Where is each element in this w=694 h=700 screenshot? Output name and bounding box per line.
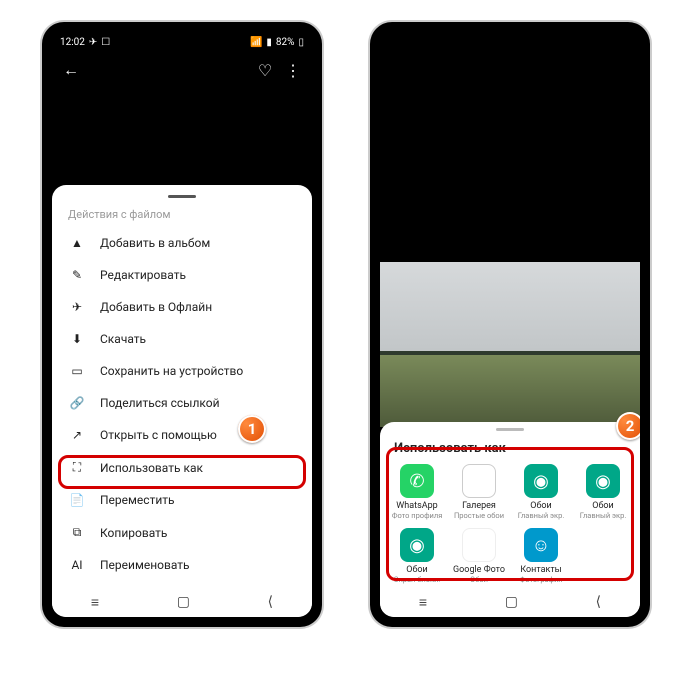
- download-icon: ⬇: [68, 332, 86, 346]
- menu-item-open-with[interactable]: ↗ Открыть с помощью: [52, 419, 312, 451]
- marker-1: 1: [238, 415, 266, 443]
- recent-apps-button[interactable]: ≡: [419, 594, 427, 611]
- open-with-icon: ↗: [68, 428, 86, 442]
- app-label: Google Фото: [453, 565, 505, 575]
- menu-item-label: Сохранить на устройство: [100, 364, 243, 378]
- whatsapp-icon: ✆: [400, 464, 434, 498]
- back-button[interactable]: ⟨: [596, 594, 601, 610]
- back-icon[interactable]: ←: [62, 61, 80, 79]
- pencil-icon: ✎: [68, 268, 86, 282]
- google-photos-icon: ✦: [462, 528, 496, 562]
- app-contacts[interactable]: ☺ КонтактыФотография: [510, 526, 572, 586]
- device-icon: ▭: [68, 364, 86, 378]
- app-google-photos[interactable]: ✦ Google ФотоОбои: [448, 526, 510, 586]
- drag-handle-icon[interactable]: [168, 195, 196, 198]
- drag-handle-icon[interactable]: [496, 428, 524, 431]
- telegram-icon: ✈: [89, 37, 97, 48]
- app-sublabel: Обои: [470, 575, 488, 584]
- photo-preview: [380, 262, 640, 427]
- screen-right: Использовать как ✆ WhatsAppФото профиля 🖼 Г…: [380, 32, 640, 617]
- app-whatsapp[interactable]: ✆ WhatsAppФото профиля: [386, 462, 448, 522]
- image-plus-icon: ▲: [68, 236, 86, 250]
- app-label: Контакты: [520, 565, 561, 575]
- app-sublabel: Фото профиля: [392, 511, 443, 520]
- menu-item-label: Скачать: [100, 332, 146, 346]
- menu-item-label: Использовать как: [100, 461, 203, 475]
- wallpaper-lock-icon: ◉: [400, 528, 434, 562]
- app-sublabel: Экран блоки.: [394, 575, 441, 584]
- contacts-icon: ☺: [524, 528, 558, 562]
- gallery-icon: 🖼: [462, 464, 496, 498]
- menu-item-label: Добавить в Офлайн: [100, 300, 212, 314]
- use-as-sheet: Использовать как ✆ WhatsAppФото профиля 🖼 Г…: [380, 422, 640, 617]
- menu-item-label: Переместить: [100, 493, 175, 507]
- wifi-icon: 📶: [250, 37, 262, 48]
- battery-text: 82%: [276, 37, 295, 48]
- use-as-title: Использовать как: [380, 437, 640, 462]
- app-wallpaper-1[interactable]: ◉ ОбоиГлавный экр.: [510, 462, 572, 522]
- menu-item-label: Редактировать: [100, 268, 186, 282]
- menu-item-label: Добавить в альбом: [100, 236, 210, 250]
- menu-item-device[interactable]: ▭ Сохранить на устройство: [52, 355, 312, 387]
- menu-item-link[interactable]: 🔗 Поделиться ссылкой: [52, 387, 312, 419]
- app-wallpaper-2[interactable]: ◉ ОбоиГлавный экр.: [572, 462, 634, 522]
- menu-item-move[interactable]: 📄 Переместить: [52, 484, 312, 516]
- link-icon: 🔗: [68, 396, 86, 410]
- back-button[interactable]: ⟨: [268, 594, 273, 610]
- menu-item-rename[interactable]: AI Переименовать: [52, 549, 312, 581]
- marker-2: 2: [616, 412, 640, 440]
- file-actions-sheet: Действия с файлом ▲ Добавить в альбом ✎ Ред…: [52, 185, 312, 617]
- use-as-icon: ⛶: [68, 460, 86, 475]
- move-icon: 📄: [68, 493, 86, 507]
- home-button[interactable]: ▢: [177, 594, 190, 610]
- battery-icon: ▯: [298, 37, 304, 48]
- android-navbar: ≡ ▢ ⟨: [380, 587, 640, 617]
- recent-apps-button[interactable]: ≡: [91, 594, 99, 611]
- menu-item-label: Переименовать: [100, 558, 190, 572]
- menu-item-pencil[interactable]: ✎ Редактировать: [52, 259, 312, 291]
- menu-item-label: Поделиться ссылкой: [100, 396, 220, 410]
- signal-icon: ▮: [266, 37, 272, 48]
- status-time: 12:02: [60, 37, 85, 48]
- favorite-icon[interactable]: ♡: [256, 61, 274, 79]
- app-sublabel: Главный экр.: [518, 511, 565, 520]
- app-gallery[interactable]: 🖼 ГалереяПростые обои: [448, 462, 510, 522]
- menu-item-use-as[interactable]: ⛶ Использовать как: [52, 451, 312, 484]
- app-label: WhatsApp: [396, 501, 437, 511]
- menu-item-label: Копировать: [100, 526, 167, 540]
- sheet-title: Действия с файлом: [52, 204, 312, 227]
- status-bar: 12:02 ✈ ☐ 📶 ▮ 82% ▯: [52, 32, 312, 52]
- menu-item-label: Открыть с помощью: [100, 428, 217, 442]
- more-icon[interactable]: ⋮: [284, 61, 302, 79]
- app-sublabel: Простые обои: [454, 511, 504, 520]
- app-label: Обои: [530, 501, 552, 511]
- rename-icon: AI: [68, 558, 86, 572]
- screen-left: 12:02 ✈ ☐ 📶 ▮ 82% ▯ ← ♡ ⋮ Действия с фай…: [52, 32, 312, 617]
- wallpaper-2-icon: ◉: [586, 464, 620, 498]
- app-label: Обои: [592, 501, 614, 511]
- menu-item-airplane[interactable]: ✈ Добавить в Офлайн: [52, 291, 312, 323]
- wallpaper-1-icon: ◉: [524, 464, 558, 498]
- app-sublabel: Фотография: [519, 575, 562, 584]
- android-navbar: ≡ ▢ ⟨: [52, 587, 312, 617]
- copy-icon: ⧉: [68, 525, 86, 540]
- phone-left: 12:02 ✈ ☐ 📶 ▮ 82% ▯ ← ♡ ⋮ Действия с фай…: [42, 22, 322, 627]
- menu-item-download[interactable]: ⬇ Скачать: [52, 323, 312, 355]
- topbar: ← ♡ ⋮: [52, 52, 312, 88]
- app-sublabel: Главный экр.: [580, 511, 627, 520]
- app-wallpaper-lock[interactable]: ◉ ОбоиЭкран блоки.: [386, 526, 448, 586]
- airplane-icon: ✈: [68, 300, 86, 314]
- app-label: Обои: [406, 565, 428, 575]
- phone-right: Использовать как ✆ WhatsAppФото профиля 🖼 Г…: [370, 22, 650, 627]
- menu-item-copy[interactable]: ⧉ Копировать: [52, 516, 312, 549]
- home-button[interactable]: ▢: [505, 594, 518, 610]
- menu-item-image-plus[interactable]: ▲ Добавить в альбом: [52, 227, 312, 259]
- app-label: Галерея: [462, 501, 496, 511]
- notification-icon: ☐: [101, 37, 110, 48]
